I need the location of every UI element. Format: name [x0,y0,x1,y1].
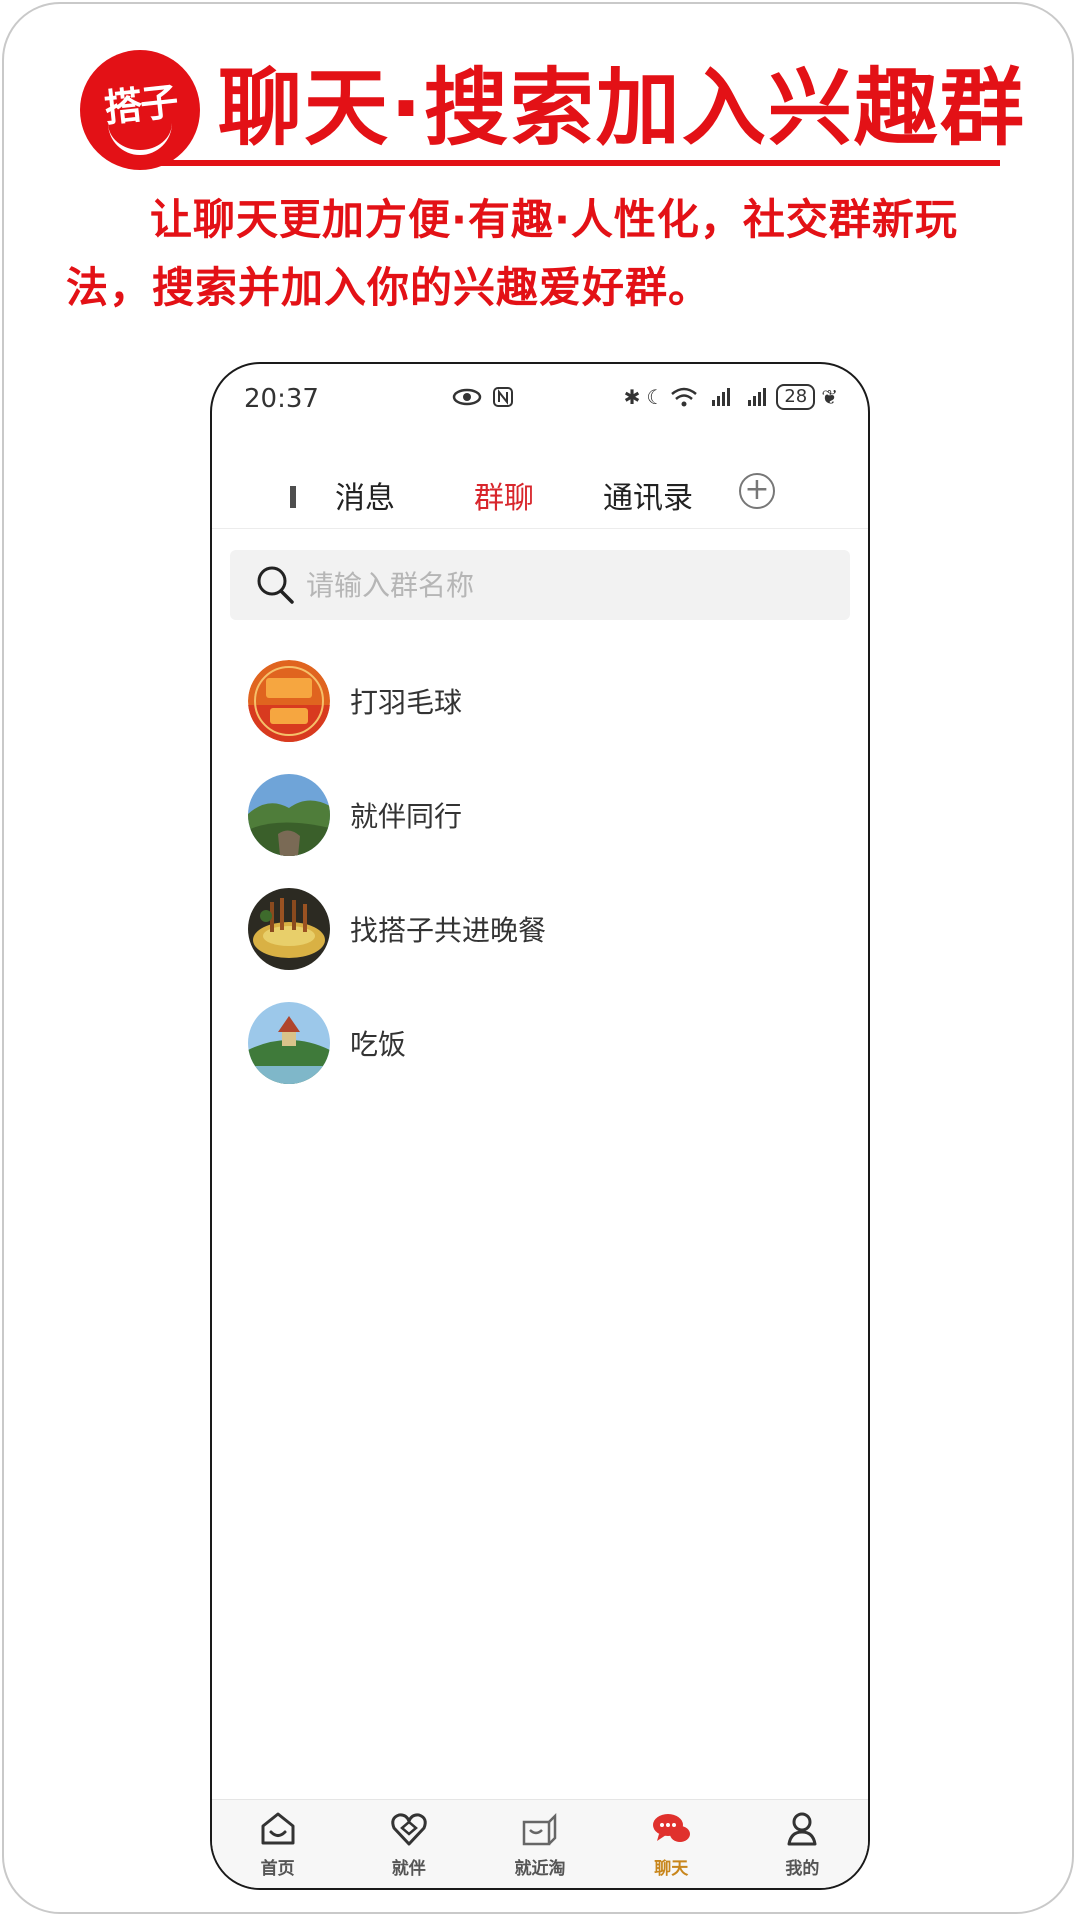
headline-underline [160,160,1000,166]
signal-icon-2 [748,388,767,406]
phone-frame: 20:37 ✱ ☾ 28 ❦ 消息 群聊 通讯录 + 请输入群名称 打羽毛球 就… [210,362,870,1890]
nfc-icon [493,387,513,407]
nav-nearby-shop[interactable]: 就近淘 [474,1800,605,1888]
wifi-icon [671,387,698,407]
chat-icon [653,1814,691,1842]
group-avatar [248,774,330,856]
signal-icon [712,388,731,406]
group-item[interactable]: 就伴同行 [212,758,868,872]
nav-label: 我的 [785,1859,820,1879]
heart-icon [391,1813,427,1846]
group-name: 吃饭 [350,1028,407,1061]
tab-scroll-edge [290,486,296,508]
home-icon [261,1812,295,1845]
tab-messages[interactable]: 消息 [335,464,395,534]
nav-label: 聊天 [654,1859,689,1879]
battery-indicator: 28 [776,384,816,410]
promo-headline: 聊天·搜索加入兴趣群 [218,59,1026,157]
nav-label: 就近淘 [514,1859,566,1879]
group-avatar [248,660,330,742]
group-item[interactable]: 找搭子共进晚餐 [212,872,868,986]
search-input[interactable] [304,567,808,603]
group-avatar [248,1002,330,1084]
eye-icon [452,388,482,406]
status-bar: 20:37 ✱ ☾ 28 ❦ [212,364,868,434]
status-right: ✱ ☾ 28 ❦ [624,384,838,410]
tabs-divider [212,528,868,529]
nav-profile[interactable]: 我的 [737,1800,868,1888]
search-bar[interactable] [230,550,850,620]
logo-avatar-icon [248,660,330,742]
bluetooth-icon: ✱ [623,385,641,409]
leaf-icon: ❦ [821,385,838,409]
status-indicators [452,386,514,408]
add-button[interactable]: + [739,473,775,509]
moon-icon: ☾ [646,385,665,409]
group-item[interactable]: 吃饭 [212,986,868,1100]
group-item[interactable]: 打羽毛球 [212,644,868,758]
group-list: 打羽毛球 就伴同行 找搭子共进晚餐 吃饭 [212,644,868,1100]
group-name: 找搭子共进晚餐 [350,914,547,947]
landscape-avatar-icon [248,774,330,856]
nav-chat[interactable]: 聊天 [606,1800,737,1888]
group-name: 就伴同行 [350,800,463,833]
group-name: 打羽毛球 [350,686,463,719]
status-time: 20:37 [244,384,319,414]
logo-smile-icon [108,120,172,155]
shop-icon [522,1812,557,1846]
nav-label: 就伴 [391,1859,426,1879]
nav-label: 首页 [260,1859,295,1879]
tab-contacts[interactable]: 通讯录 [603,464,693,534]
bottom-nav: 首页 就伴 就近淘 聊天 我的 [212,1799,868,1888]
promo-description: 让聊天更加方便·有趣·人性化，社交群新玩法，搜索并加入你的兴趣爱好群。 [66,195,958,312]
group-avatar [248,888,330,970]
app-logo: 搭子 [80,50,200,170]
pavilion-avatar-icon [248,1002,330,1084]
nav-home[interactable]: 首页 [212,1800,343,1888]
search-icon [257,566,294,604]
food-avatar-icon [248,888,330,970]
profile-icon [787,1812,817,1846]
nav-partner[interactable]: 就伴 [343,1800,474,1888]
tab-group-chat[interactable]: 群聊 [474,464,534,534]
